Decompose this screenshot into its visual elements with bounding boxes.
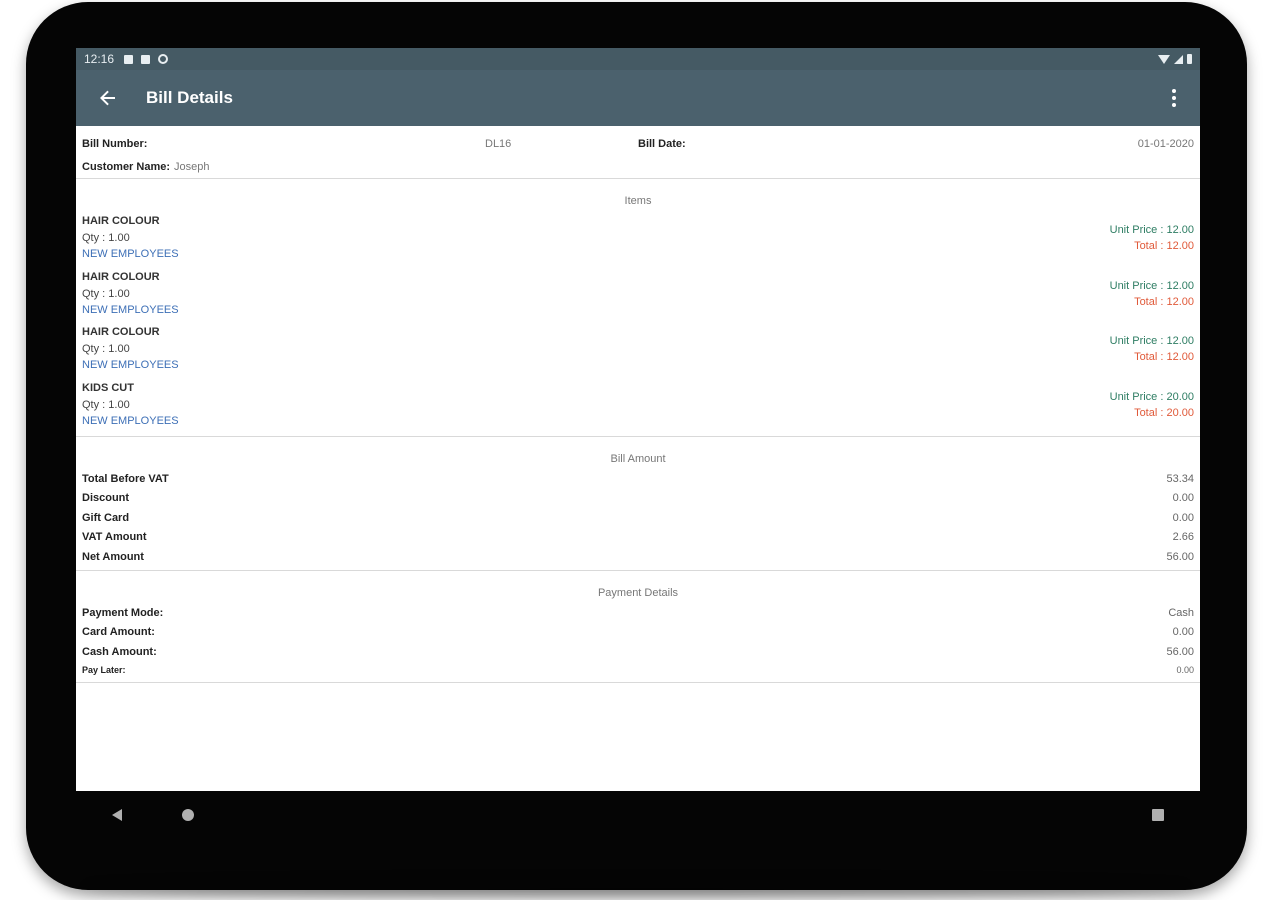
payment-row: Pay Later: 0.00	[82, 665, 1194, 682]
item-name: HAIR COLOUR	[82, 215, 160, 227]
items-section-title: Items	[624, 195, 652, 207]
total-before-vat-value: 53.34	[1166, 473, 1194, 485]
notification-icon	[124, 54, 134, 64]
payment-details-section-title: Payment Details	[597, 586, 679, 599]
battery-icon	[1187, 54, 1192, 64]
item-employee-link[interactable]: NEW EMPLOYEES	[82, 359, 179, 371]
payment-row: Cash Amount: 56.00	[82, 646, 1194, 665]
pay-later-label: Pay Later:	[82, 665, 126, 676]
nav-recents-icon[interactable]	[1152, 809, 1164, 821]
amount-row: Net Amount 56.00	[82, 551, 1194, 570]
status-time: 12:16	[84, 52, 115, 66]
amount-row: Total Before VAT 53.34	[82, 473, 1194, 492]
payment-mode-label: Payment Mode:	[82, 606, 164, 619]
item-name: HAIR COLOUR	[82, 270, 160, 283]
more-vert-icon-dot	[1172, 96, 1176, 100]
pay-later-value: 0.00	[1176, 665, 1194, 676]
item-unit-price: Unit Price : 12.00	[1109, 279, 1194, 292]
list-item: HAIR COLOUR Qty : 1.00 NEW EMPLOYEES Uni…	[82, 215, 1194, 271]
item-total: Total : 12.00	[1134, 295, 1194, 308]
app-bar: Bill Details	[76, 70, 1200, 126]
page-title: Bill Details	[146, 88, 233, 107]
bill-content: Bill Number: DL16 Bill Date: 01-01-2020 …	[76, 130, 1200, 684]
payment-mode-value: Cash	[1168, 606, 1194, 619]
amount-row: VAT Amount 2.66	[82, 531, 1194, 550]
tablet-shadow	[86, 882, 1187, 898]
bill-amount-list: Total Before VAT 53.34 Discount 0.00 Gif…	[82, 473, 1194, 570]
item-total: Total : 12.00	[1134, 240, 1194, 252]
bill-number-label: Bill Number:	[82, 138, 148, 150]
item-employee-link[interactable]: NEW EMPLOYEES	[82, 304, 179, 316]
total-before-vat-label: Total Before VAT	[82, 473, 169, 485]
item-unit-price: Unit Price : 20.00	[1109, 390, 1194, 403]
card-amount-value: 0.00	[1172, 626, 1194, 639]
status-right-icons	[1158, 54, 1192, 64]
system-nav-bar	[76, 791, 1200, 839]
gift-card-label: Gift Card	[82, 511, 130, 524]
item-total: Total : 12.00	[1134, 351, 1194, 363]
vat-amount-value: 2.66	[1172, 531, 1194, 544]
bill-amount-section-title: Bill Amount	[610, 453, 666, 465]
item-qty: Qty : 1.00	[82, 232, 130, 244]
amount-row: Gift Card 0.00	[82, 512, 1194, 531]
bill-header-row: Bill Number: DL16 Bill Date: 01-01-2020	[82, 130, 1194, 156]
vat-amount-label: VAT Amount	[82, 531, 147, 544]
items-list: HAIR COLOUR Qty : 1.00 NEW EMPLOYEES Uni…	[82, 215, 1194, 437]
gift-card-value: 0.00	[1172, 511, 1194, 524]
item-qty: Qty : 1.00	[82, 343, 130, 355]
list-item: HAIR COLOUR Qty : 1.00 NEW EMPLOYEES Uni…	[82, 326, 1194, 382]
amount-row: Discount 0.00	[82, 492, 1194, 511]
bill-date-value: 01-01-2020	[1137, 138, 1194, 150]
item-qty: Qty : 1.00	[82, 398, 130, 411]
item-name: KIDS CUT	[82, 381, 134, 394]
item-unit-price: Unit Price : 12.00	[1109, 335, 1194, 347]
discount-value: 0.00	[1172, 492, 1194, 505]
sd-card-icon	[141, 54, 151, 64]
item-unit-price: Unit Price : 12.00	[1109, 224, 1194, 236]
cash-amount-value: 56.00	[1166, 645, 1194, 658]
net-amount-label: Net Amount	[82, 550, 144, 563]
bill-date-label: Bill Date:	[638, 138, 686, 150]
item-employee-link[interactable]: NEW EMPLOYEES	[82, 415, 179, 427]
status-bar: 12:16	[76, 48, 1200, 70]
customer-name-value: Joseph	[174, 161, 210, 173]
item-qty: Qty : 1.00	[82, 287, 130, 300]
customer-row: Customer Name: Joseph	[82, 156, 1194, 178]
back-button[interactable]	[80, 70, 136, 126]
more-vert-icon-dot	[1172, 89, 1176, 93]
divider	[76, 682, 1200, 684]
list-item: KIDS CUT Qty : 1.00 NEW EMPLOYEES Unit P…	[82, 382, 1194, 438]
wifi-icon	[1158, 54, 1170, 64]
cash-amount-label: Cash Amount:	[82, 645, 157, 658]
item-employee-link[interactable]: NEW EMPLOYEES	[82, 248, 179, 260]
payment-row: Card Amount: 0.00	[82, 626, 1194, 645]
bill-number-value: DL16	[485, 138, 512, 150]
overflow-menu-button[interactable]	[1162, 84, 1186, 112]
item-total: Total : 20.00	[1134, 406, 1194, 419]
payment-details-list: Payment Mode: Cash Card Amount: 0.00 Cas…	[82, 607, 1194, 682]
more-vert-icon-dot	[1172, 103, 1176, 107]
list-item: HAIR COLOUR Qty : 1.00 NEW EMPLOYEES Uni…	[82, 271, 1194, 327]
net-amount-value: 56.00	[1166, 550, 1194, 563]
sync-icon	[158, 54, 169, 64]
nav-home-icon[interactable]	[182, 809, 194, 821]
arrow-back-icon	[100, 90, 115, 106]
device-screen: 12:16 Bill Details Bill Number: DL16 Bil…	[76, 48, 1200, 791]
item-name: HAIR COLOUR	[82, 326, 160, 338]
payment-row: Payment Mode: Cash	[82, 607, 1194, 626]
signal-icon	[1174, 54, 1183, 64]
nav-back-icon[interactable]	[112, 809, 122, 821]
customer-name-label: Customer Name:	[82, 161, 171, 173]
discount-label: Discount	[82, 492, 130, 505]
card-amount-label: Card Amount:	[82, 626, 155, 639]
